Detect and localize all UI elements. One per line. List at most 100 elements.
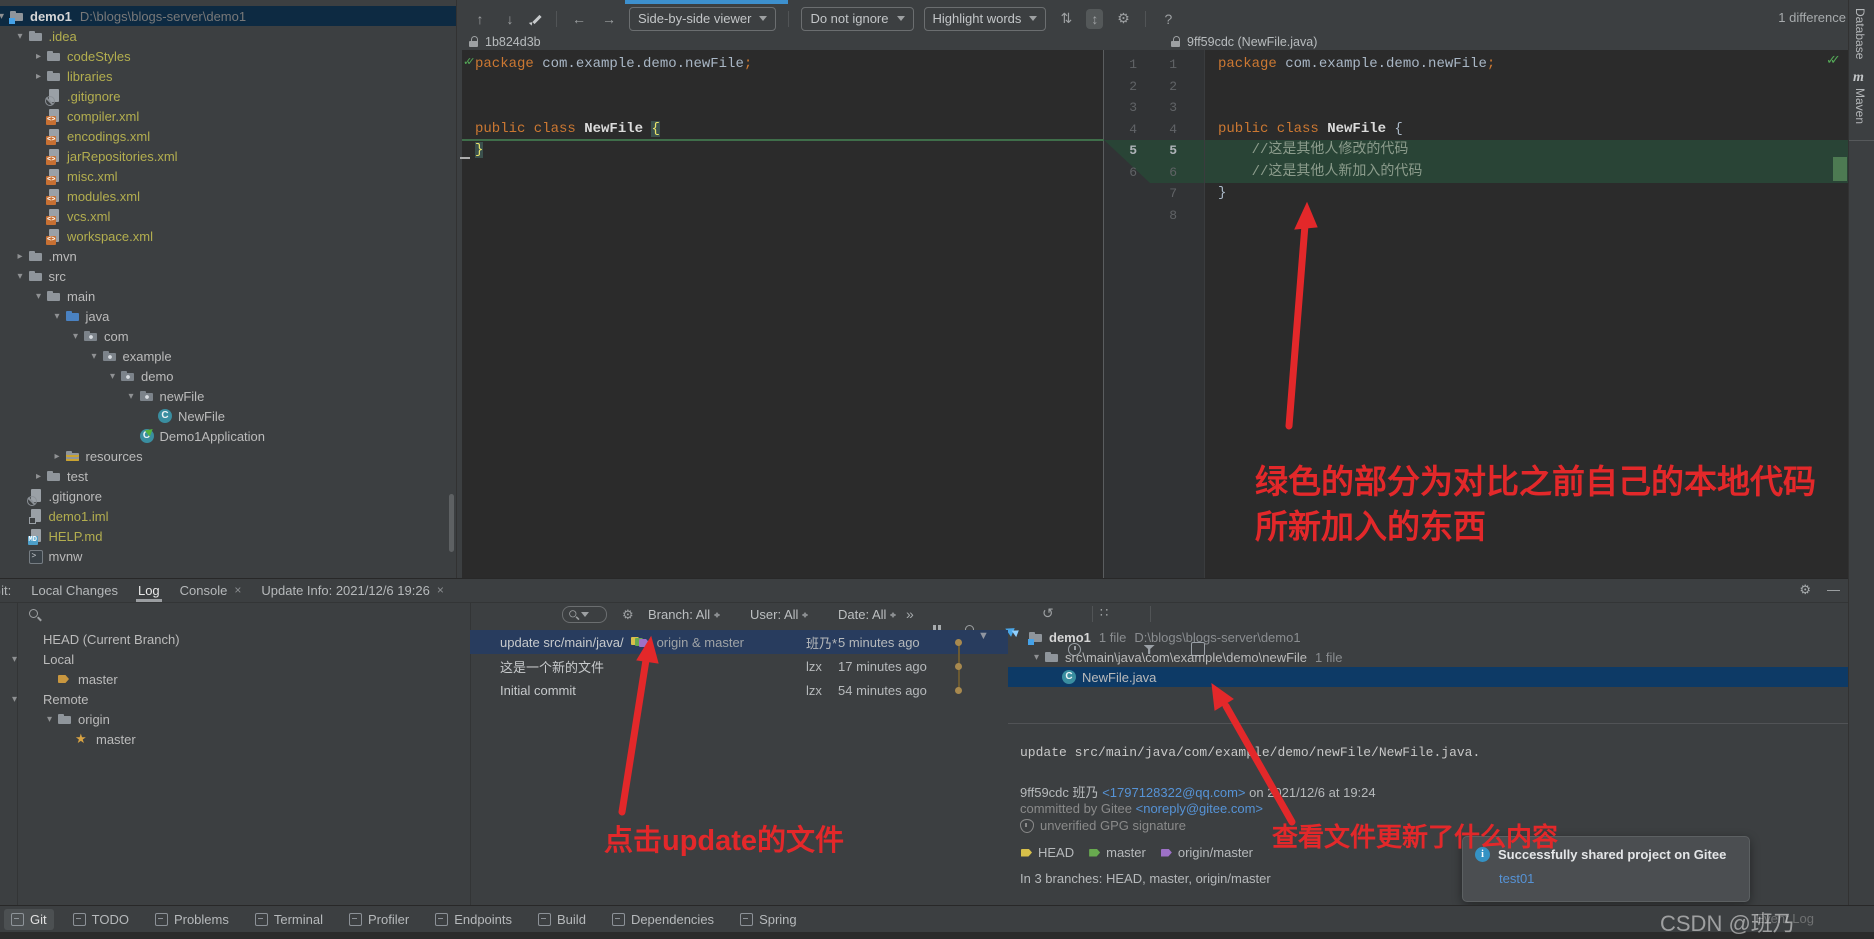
tree-row[interactable]: MD HELP.md — [0, 526, 456, 546]
close-icon[interactable]: × — [437, 583, 444, 597]
branch-row[interactable]: master — [0, 669, 450, 689]
tree-row[interactable]: <> compiler.xml — [0, 106, 456, 126]
next-difference-icon[interactable]: ↓ — [500, 11, 520, 27]
branch-row[interactable]: HEAD (Current Branch) — [0, 629, 450, 649]
gear-icon[interactable]: ⚙ — [1799, 582, 1811, 598]
tree-row[interactable]: ▾ .idea — [0, 26, 456, 46]
chevron-right-icon[interactable]: ▸ — [50, 451, 65, 462]
tree-row[interactable]: ▾ src — [0, 266, 456, 286]
tree-row[interactable]: ▾ newFile — [0, 386, 456, 406]
commit-row[interactable]: 这是一个新的文件 lzx 17 minutes ago — [470, 654, 1008, 678]
project-tree-scrollbar[interactable] — [449, 494, 454, 552]
ref-tag[interactable]: HEAD — [1020, 845, 1074, 860]
tree-row[interactable]: ▸ .mvn — [0, 246, 456, 266]
back-icon[interactable]: ← — [569, 11, 589, 27]
ref-tag[interactable]: master — [1088, 845, 1146, 860]
status-tool-todo[interactable]: TODO — [66, 909, 136, 930]
tree-row[interactable]: ▸ codeStyles — [0, 46, 456, 66]
tab-local-changes[interactable]: Local Changes — [21, 578, 128, 602]
branch-row[interactable]: ▾ origin — [0, 709, 450, 729]
tool-button-maven[interactable]: Maven — [1853, 88, 1867, 124]
chevron-down-icon[interactable]: ▾ — [50, 311, 65, 322]
tree-row[interactable]: <> vcs.xml — [0, 206, 456, 226]
collapse-unchanged-icon[interactable]: ⇅ — [1056, 10, 1076, 27]
rollback-icon[interactable]: ↺ — [1042, 605, 1054, 622]
commit-row[interactable]: update src/main/java/origin & master 班乃* 5… — [470, 630, 1008, 666]
author-email-link[interactable]: <1797128322@qq.com> — [1102, 785, 1245, 800]
edit-icon[interactable] — [530, 12, 544, 26]
tree-row[interactable]: demo1.iml — [0, 506, 456, 526]
tree-row[interactable]: ▾ java — [0, 306, 456, 326]
user-filter[interactable]: User: All — [750, 607, 809, 622]
tree-row[interactable]: ▾ demo — [0, 366, 456, 386]
date-filter[interactable]: Date: All — [838, 607, 897, 622]
help-icon[interactable]: ? — [1158, 11, 1178, 27]
tree-row[interactable]: ▾ demo1 D:\blogs\blogs-server\demo1 — [0, 6, 456, 26]
status-tool-dependencies[interactable]: Dependencies — [605, 909, 721, 930]
forward-icon[interactable]: → — [599, 11, 619, 27]
tree-row[interactable]: NewFile — [0, 406, 456, 426]
chevron-down-icon[interactable]: ▾ — [68, 331, 83, 342]
status-tool-build[interactable]: Build — [531, 909, 593, 930]
chevron-down-icon[interactable]: ▾ — [1029, 652, 1044, 663]
tab-update-info-[interactable]: Update Info: 2021/12/6 19:26 × — [251, 578, 453, 602]
branch-search-icon[interactable] — [28, 608, 42, 622]
tree-row[interactable]: ▸ test — [0, 466, 456, 486]
commit-search-input[interactable] — [562, 606, 607, 623]
tree-row[interactable]: Demo1Application — [0, 423, 456, 446]
branch-row[interactable]: ▾ Local — [0, 649, 450, 669]
branch-row[interactable]: ▾ Remote — [0, 689, 450, 709]
gear-icon[interactable]: ⚙ — [1113, 10, 1133, 27]
status-tool-terminal[interactable]: Terminal — [248, 909, 330, 930]
change-scrollbar-marker[interactable] — [1833, 157, 1847, 181]
group-by-icon[interactable]: ∷ — [1100, 605, 1108, 621]
chevron-down-icon[interactable]: ▾ — [105, 371, 120, 382]
tab-console[interactable]: Console × — [170, 578, 252, 602]
notification-link[interactable]: test01 — [1499, 871, 1737, 886]
chevron-down-icon[interactable]: ▾ — [124, 391, 139, 402]
tree-row[interactable]: ▸ libraries — [0, 66, 456, 86]
chevron-down-icon[interactable]: ▾ — [42, 714, 57, 725]
chevron-down-icon[interactable]: ▾ — [13, 271, 28, 282]
tree-row[interactable]: ▾ com — [0, 326, 456, 346]
tree-row[interactable]: ▾ example — [0, 346, 456, 366]
tree-row[interactable]: <> misc.xml — [0, 166, 456, 186]
chevron-right-icon[interactable]: ▸ — [31, 471, 46, 482]
chevron-down-icon[interactable]: ▾ — [13, 31, 28, 42]
hide-tool-window-icon[interactable]: — — [1827, 582, 1840, 598]
chevron-down-icon[interactable]: ▾ — [7, 694, 22, 705]
chevron-down-icon[interactable]: ▾ — [7, 654, 22, 665]
file-row[interactable]: ▾ src\main\java\com\example\demo\newFile 1… — [1008, 647, 1848, 667]
chevron-down-icon[interactable]: ▾ — [0, 11, 9, 22]
commit-row[interactable]: Initial commit lzx 54 minutes ago — [470, 678, 1008, 702]
status-tool-endpoints[interactable]: Endpoints — [428, 909, 519, 930]
tab-log[interactable]: Log — [128, 578, 170, 602]
tree-row[interactable]: ▾ main — [0, 286, 456, 306]
chevron-right-icon[interactable]: ▸ — [31, 71, 46, 82]
branch-row[interactable]: ★ master — [0, 729, 450, 749]
chevron-down-icon[interactable]: ▼ — [978, 630, 989, 642]
chevron-down-icon[interactable]: ▾ — [31, 291, 46, 302]
chevron-right-icon[interactable]: ▸ — [31, 51, 46, 62]
ref-tag[interactable]: origin/master — [1160, 845, 1253, 860]
prev-difference-icon[interactable]: ↑ — [470, 11, 490, 27]
tree-row[interactable]: <> encodings.xml — [0, 126, 456, 146]
tree-row[interactable]: <> jarRepositories.xml — [0, 146, 456, 166]
chevron-right-icon[interactable]: ▸ — [13, 251, 28, 262]
status-tool-problems[interactable]: Problems — [148, 909, 236, 930]
file-row[interactable]: NewFile.java — [1008, 667, 1848, 687]
more-filters-icon[interactable]: » — [906, 606, 914, 622]
tree-row[interactable]: .gitignore — [0, 86, 456, 106]
file-row[interactable]: demo1 1 file D:\blogs\blogs-server\demo1 — [1008, 627, 1848, 647]
status-tool-git[interactable]: Git — [4, 908, 54, 930]
branch-filter[interactable]: Branch: All — [648, 607, 721, 622]
tree-row[interactable]: <> workspace.xml — [0, 226, 456, 246]
tree-row[interactable]: .gitignore — [0, 486, 456, 506]
gear-icon[interactable]: ⚙ — [622, 607, 634, 623]
tool-button-database[interactable]: Database — [1853, 8, 1867, 59]
whitespace-policy-select[interactable]: Do not ignore — [801, 6, 914, 31]
chevron-down-icon[interactable]: ▾ — [87, 351, 102, 362]
tree-row[interactable]: > mvnw — [0, 546, 456, 566]
highlight-mode-select[interactable]: Highlight words — [923, 6, 1047, 31]
committer-email-link[interactable]: <noreply@gitee.com> — [1136, 801, 1263, 816]
